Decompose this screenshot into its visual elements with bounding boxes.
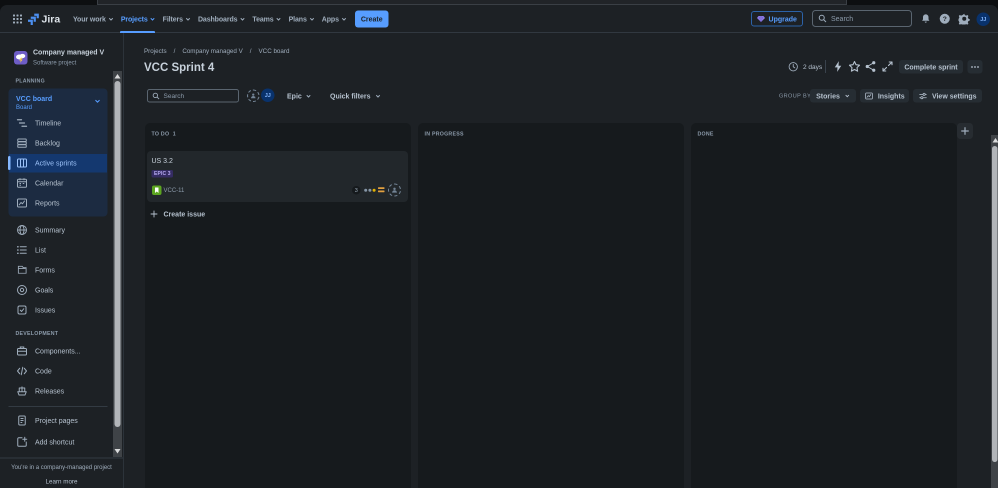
svg-text:?: ? [943,16,947,23]
